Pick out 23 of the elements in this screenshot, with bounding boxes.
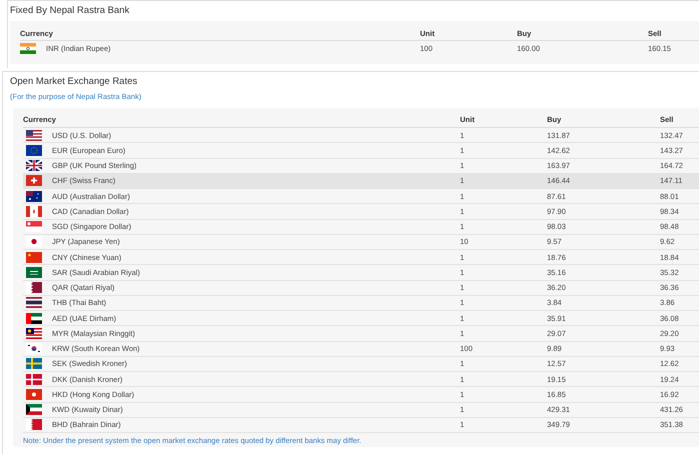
flag-icon [26,190,42,202]
flag-icon [26,388,42,400]
flag-icon [26,175,42,186]
flag-icon [26,206,42,217]
flag-icon [26,358,42,370]
flag-icon [26,221,42,232]
flag-icon [26,236,42,248]
flag-icon [26,130,42,141]
flag-icon [26,160,42,172]
flag-icon [26,343,42,354]
section-title: Open Market Exchange Rates [10,75,138,89]
flag-icon [26,419,42,430]
flag-icon [26,374,42,385]
flag-icon [26,252,42,263]
flag-icon [20,43,36,54]
flag-icon [26,328,42,339]
flag-icon [26,312,42,324]
flag-icon [26,404,42,416]
flag-icon [26,282,42,294]
section-title: Fixed By Nepal Rastra Bank [10,4,130,17]
flag-icon [26,297,42,308]
flag-icon [26,144,42,156]
flag-icon [26,266,42,278]
